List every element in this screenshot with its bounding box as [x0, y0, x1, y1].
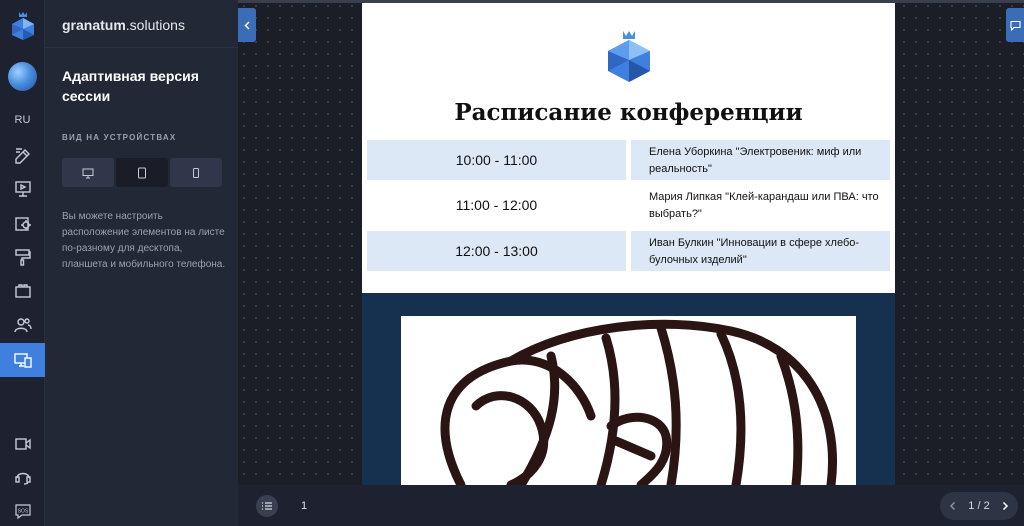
schedule-talk: Иван Булкин "Инновации в сфере хлебо-бул…: [631, 231, 890, 271]
support-icon: [14, 472, 31, 485]
rail-presentation-button[interactable]: [0, 172, 45, 206]
rail-devices-button[interactable]: [0, 343, 45, 377]
schedule-time: 11:00 - 12:00: [455, 197, 538, 213]
collapse-panel-button[interactable]: [238, 8, 256, 42]
page-heading: Расписание конференции: [454, 99, 803, 126]
schedule-row: 10:00 - 11:00 Елена Уборкина "Электровен…: [367, 140, 890, 180]
schedule-talk: Мария Липкая "Клей-карандаш или ПВА: что…: [649, 191, 879, 220]
page-pager: 1 / 2: [940, 492, 1018, 520]
rail-users-button[interactable]: [0, 308, 45, 342]
schedule-row: 11:00 - 12:00 Мария Липкая "Клей-каранда…: [367, 185, 890, 225]
schedule-row: 12:00 - 13:00 Иван Булкин "Инновации в с…: [367, 231, 890, 271]
schedule-talk: Елена Уборкина "Электровеник: миф или ре…: [631, 140, 890, 180]
sos-icon: SOS: [14, 504, 31, 520]
mobile-view-button[interactable]: [170, 158, 222, 187]
illustration-drawing: [440, 319, 837, 485]
chat-icon: [1009, 20, 1021, 31]
edit-icon: [14, 148, 30, 164]
chevron-left-icon[interactable]: [948, 501, 958, 511]
device-switcher: [62, 158, 222, 187]
chevron-right-icon[interactable]: [1000, 501, 1010, 511]
rail-modules-button[interactable]: [0, 274, 45, 308]
brand-name: granatum.solutions: [62, 17, 185, 33]
chat-toggle-button[interactable]: [1006, 8, 1024, 42]
rail-settings-button[interactable]: [0, 206, 45, 240]
mobile-icon: [193, 167, 199, 178]
pages-list-button[interactable]: [256, 495, 278, 517]
app: RU SOS granatum.solutions Адаптивная вер…: [0, 0, 1024, 526]
rail-video-button[interactable]: [0, 427, 45, 461]
tablet-view-button[interactable]: [116, 158, 168, 187]
session-page[interactable]: Расписание конференции 10:00 - 11:00 Еле…: [362, 3, 895, 485]
language-switch[interactable]: RU: [0, 114, 45, 126]
rail-sos-button[interactable]: SOS: [0, 494, 45, 526]
devices-icon: [13, 353, 32, 368]
settings-icon: [14, 217, 31, 231]
video-icon: [14, 438, 31, 450]
list-icon: [262, 502, 272, 510]
current-page-number: 1: [301, 500, 308, 512]
illustration-image[interactable]: [401, 316, 856, 485]
module-icon: [14, 284, 31, 298]
desktop-icon: [82, 168, 94, 178]
granatum-logo-icon[interactable]: [10, 11, 36, 41]
granatum-logo-icon: [608, 31, 650, 82]
svg-text:SOS: SOS: [17, 509, 28, 515]
rail-design-button[interactable]: [0, 240, 45, 274]
panel-description: Вы можете настроить расположение элемент…: [62, 211, 226, 270]
presentation-icon: [14, 181, 31, 197]
settings-panel: granatum.solutions Адаптивная версия сес…: [45, 0, 238, 526]
bottom-toolbar: 1 1 / 2: [238, 485, 1024, 526]
section-label: ВИД НА УСТРОЙСТВАХ: [62, 133, 177, 142]
panel-title: Адаптивная версия сессии: [62, 68, 199, 104]
divider: [45, 47, 238, 48]
rail-edit-button[interactable]: [0, 139, 45, 173]
chevron-left-icon: [243, 20, 250, 30]
desktop-view-button[interactable]: [62, 158, 114, 187]
icon-rail: RU SOS: [0, 0, 45, 526]
user-avatar[interactable]: [8, 62, 37, 91]
users-icon: [13, 318, 32, 333]
paint-roller-icon: [14, 249, 31, 266]
schedule-time: 12:00 - 13:00: [367, 231, 626, 271]
page-indicator: 1 / 2: [968, 500, 990, 512]
schedule-time: 10:00 - 11:00: [367, 140, 626, 180]
rail-support-button[interactable]: [0, 460, 45, 494]
tablet-icon: [138, 167, 146, 178]
